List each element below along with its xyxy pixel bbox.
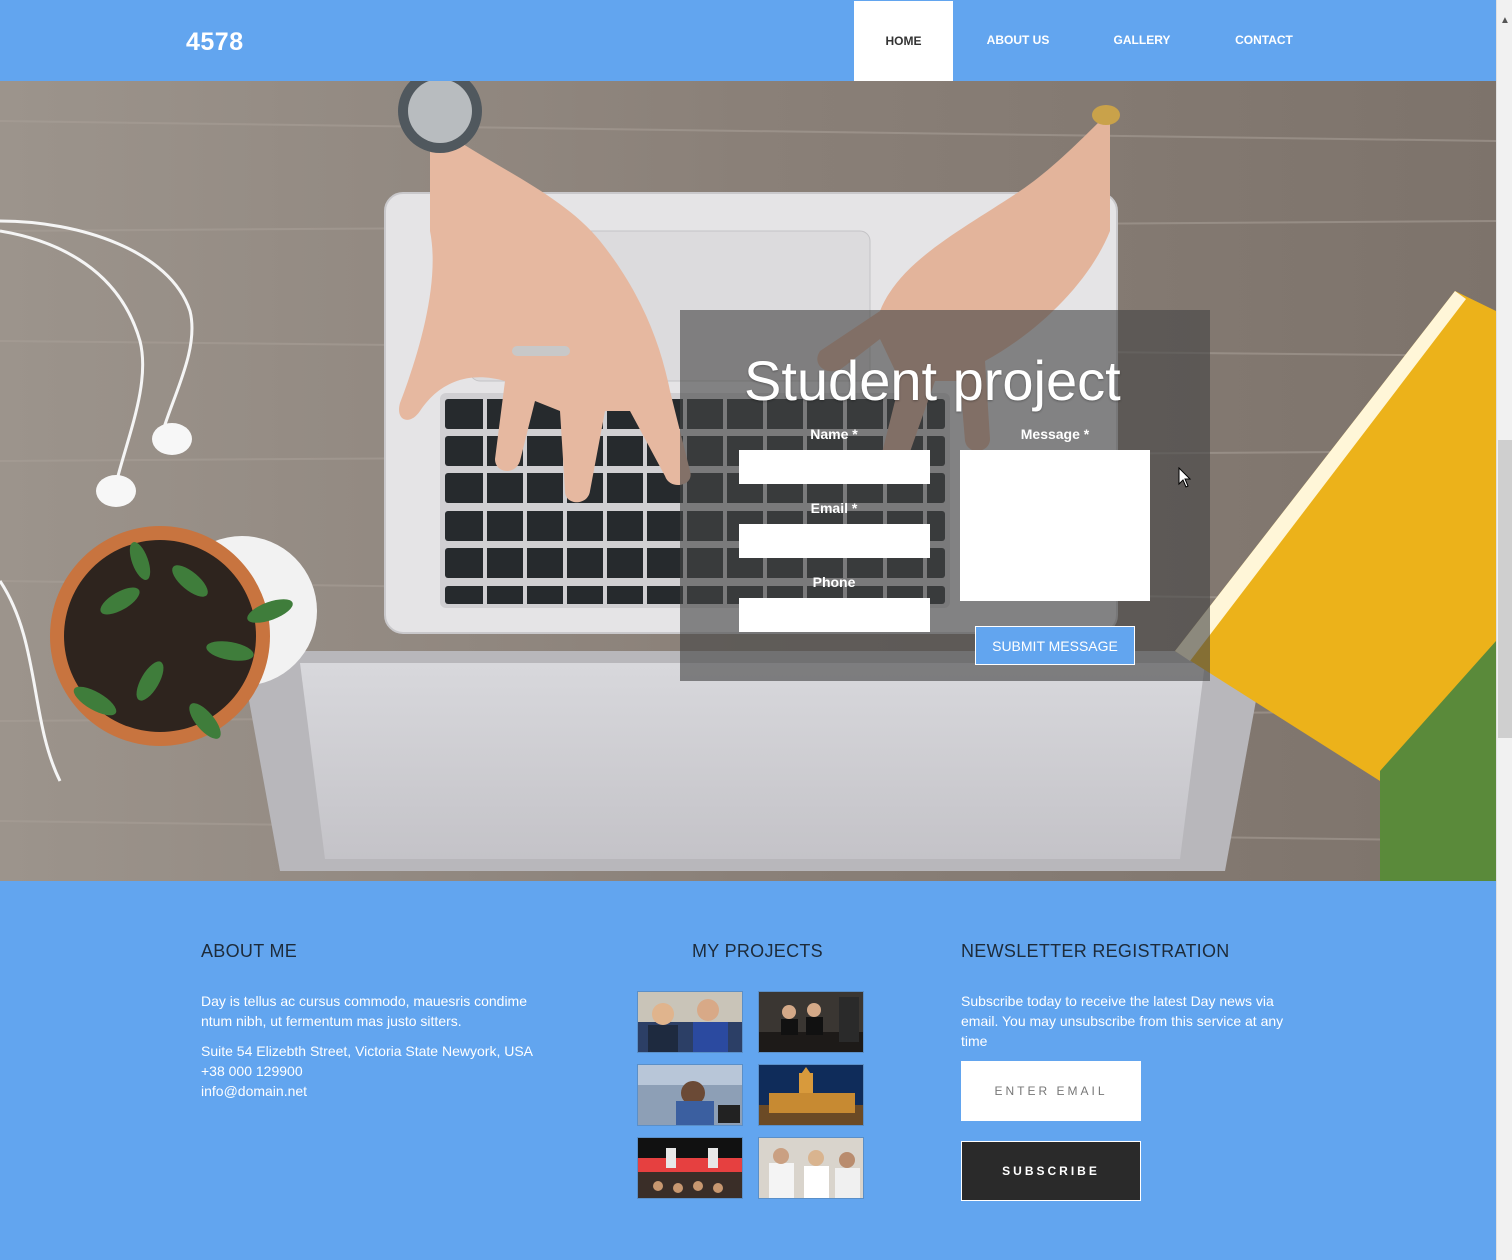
project-thumbnail-1[interactable] (637, 991, 743, 1053)
project-thumbnail-2[interactable] (758, 991, 864, 1053)
scroll-thumb[interactable] (1498, 440, 1512, 738)
nav-item-about-us[interactable]: ABOUT US (953, 0, 1083, 80)
mouse-cursor-icon (1178, 467, 1192, 488)
subscribe-button[interactable]: SUBSCRIBE (961, 1141, 1141, 1201)
nav-item-contact[interactable]: CONTACT (1201, 0, 1327, 80)
message-textarea[interactable] (960, 450, 1150, 601)
message-label: Message * (1020, 426, 1090, 442)
newsletter-email-input[interactable]: ENTER EMAIL (961, 1061, 1141, 1121)
about-address: Suite 54 Elizebth Street, Victoria State… (201, 1043, 534, 1059)
newsletter-text: Subscribe today to receive the latest Da… (961, 993, 1284, 1049)
email-input[interactable] (739, 524, 930, 558)
hero-title: Student project (744, 349, 1121, 412)
main-nav: HOME ABOUT US GALLERY CONTACT (854, 0, 1327, 81)
brand-logo[interactable]: 4578 (186, 28, 244, 57)
project-thumbnail-5[interactable] (637, 1137, 743, 1199)
nav-item-gallery[interactable]: GALLERY (1083, 0, 1201, 80)
about-email[interactable]: info@domain.net (201, 1081, 307, 1101)
name-label: Name * (810, 426, 858, 442)
project-thumbnail-3[interactable] (637, 1064, 743, 1126)
about-me-title: ABOUT ME (201, 941, 298, 961)
phone-input[interactable] (739, 598, 930, 632)
phone-label: Phone (812, 574, 856, 590)
about-me-text: Day is tellus ac cursus commodo, mauesri… (201, 993, 528, 1029)
email-label: Email * (810, 500, 858, 516)
project-thumbnail-4[interactable] (758, 1064, 864, 1126)
site-header: 4578 HOME ABOUT US GALLERY CONTACT (0, 0, 1496, 81)
project-thumbnail-6[interactable] (758, 1137, 864, 1199)
nav-item-home[interactable]: HOME (854, 1, 953, 81)
name-input[interactable] (739, 450, 930, 484)
submit-message-button[interactable]: SUBMIT MESSAGE (975, 626, 1135, 665)
about-phone: +38 000 129900 (201, 1063, 303, 1079)
my-projects-title: MY PROJECTS (692, 941, 823, 961)
newsletter-title: NEWSLETTER REGISTRATION (961, 941, 1230, 961)
scroll-up-arrow-icon[interactable]: ▲ (1497, 0, 1512, 40)
page-scrollbar[interactable]: ▲ (1496, 0, 1512, 1260)
